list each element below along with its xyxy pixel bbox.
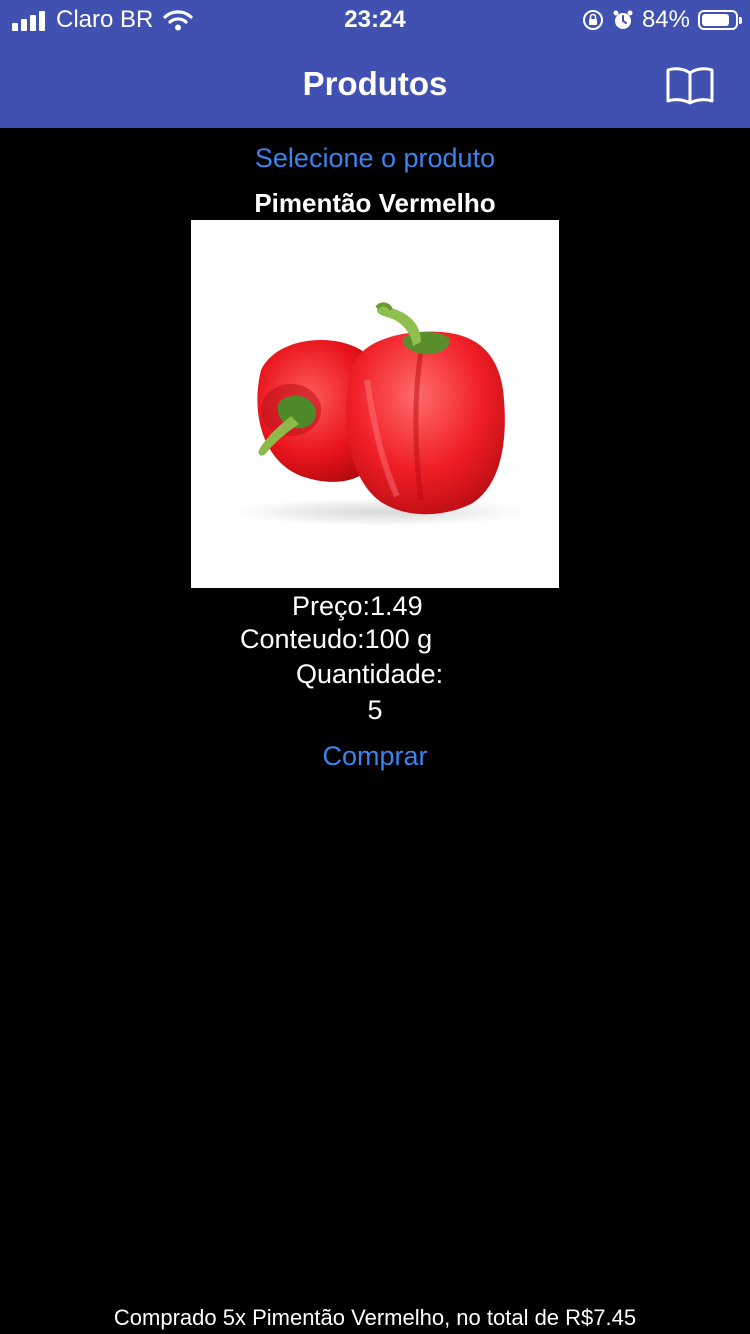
quantity-value[interactable]: 5 xyxy=(0,693,750,727)
quantity-label: Quantidade: xyxy=(296,659,444,689)
content-text: Conteudo:100 g xyxy=(240,624,433,654)
battery-level xyxy=(702,14,729,26)
battery-percent: 84% xyxy=(641,6,690,33)
battery-icon xyxy=(698,10,742,30)
page-title: Produtos xyxy=(302,65,448,102)
battery-tip xyxy=(739,17,742,24)
products-screen: Claro BR 23:24 84% Produtos Selecione o … xyxy=(0,0,750,1334)
status-bar: Claro BR 23:24 84% xyxy=(0,0,750,40)
book-icon xyxy=(666,67,714,105)
status-right: 84% xyxy=(582,6,742,34)
price-text: Preço:1.49 xyxy=(292,591,423,621)
buy-button[interactable]: Comprar xyxy=(0,737,750,775)
alarm-icon xyxy=(612,9,634,31)
book-button[interactable] xyxy=(662,60,718,110)
red-bell-pepper-image xyxy=(191,220,559,588)
select-product-button[interactable]: Selecione o produto xyxy=(0,139,750,177)
orientation-lock-icon xyxy=(582,9,604,31)
nav-header: Claro BR 23:24 84% Produtos xyxy=(0,0,750,128)
product-name: Pimentão Vermelho xyxy=(254,188,496,218)
purchase-summary: Comprado 5x Pimentão Vermelho, no total … xyxy=(113,1305,637,1330)
